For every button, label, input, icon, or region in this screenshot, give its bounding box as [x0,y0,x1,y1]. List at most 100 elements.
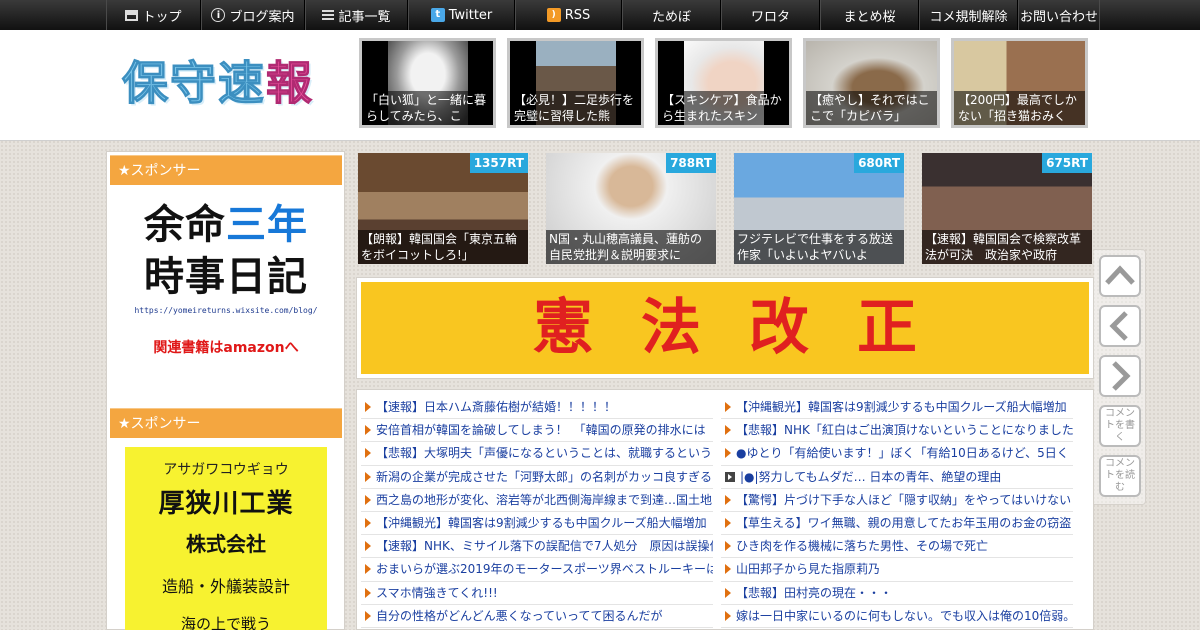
article-list-item[interactable]: 山田邦子から見た指原莉乃 [721,558,1073,582]
ad-title-line2: 時事日記 [144,254,308,300]
rt-count-badge: 788RT [666,153,716,173]
article-list-item[interactable]: |●|努力してもムダだ… 日本の青年、絶望の理由 [721,466,1073,489]
back-button[interactable] [1099,305,1141,347]
constitution-banner[interactable]: 憲法改正 [361,282,1089,374]
article-title: 自分の性格がどんどん悪くなっていってて困るんだが [376,608,663,623]
article-title: 【速報】NHK、ミサイル落下の誤配信で7人処分 原因は誤操作 [376,539,713,554]
article-list-item[interactable]: 嫁は一日中家にいるのに何もしない。でも収入は俺の10倍弱。 [721,605,1073,628]
article-list-item[interactable]: 【沖縄観光】韓国客は9割減少するも中国クルーズ船大幅増加 [361,512,713,536]
rt-caption: N国・丸山穂高議員、蓮舫の自民党批判＆説明要求に [546,230,716,264]
write-comment-button[interactable]: コメントを書く [1099,405,1141,447]
arrow-bullet-icon [365,587,371,598]
arrow-bullet-icon [365,518,371,529]
nav-item-article-list[interactable]: 記事一覧 [305,0,408,30]
nav-label: Twitter [448,7,493,23]
article-list-item[interactable]: 【沖縄観光】韓国客は9割減少するも中国クルーズ船大幅増加 [721,396,1073,420]
article-list-item[interactable]: おまいらが選ぶ2019年のモータースポーツ界ベストルーキーは [361,558,713,582]
article-title: スマホ情強きてくれ!!! [376,585,498,600]
rt-tile[interactable]: 680RT フジテレビで仕事をする放送作家「いよいよヤバいよ [734,153,904,264]
arrow-bullet-icon [725,425,731,436]
article-title: 山田邦子から見た指原莉乃 [736,562,881,577]
thumb-caption: 【200円】最高でしかない「招き猫おみく [954,91,1085,125]
ad-title-part: 余命 [144,202,226,248]
article-list-item[interactable]: 新潟の企業が完成させた「河野太郎」の名刺がカッコ良すぎる [361,466,713,489]
article-title: ひき肉を作る機械に落ちた男性、その場で死亡 [736,539,989,554]
sponsor-ad-asagawa[interactable]: アサガワコウギョウ 厚狭川工業 株式会社 造船・外艤装設計 海の上で戦う [125,447,327,630]
ad-title-line1: 余命三年 [121,200,331,250]
site-header: 保守速報 「白い狐」と一緒に暮らしてみたら、こ 【必見！】二足歩行を完璧に習得し… [0,30,1200,141]
home-icon [125,9,139,21]
nav-item-warota[interactable]: ワロタ [721,0,820,30]
nav-label: RSS [564,7,591,23]
logo-text-accent: 報 [266,56,314,111]
article-title: 【草生える】ワイ無職、親の用意してたお年玉用のお金の窃盗 [736,516,1072,531]
scroll-top-button[interactable] [1099,255,1141,297]
sponsor-ad-yomei[interactable]: 余命三年 時事日記 https://yomeireturns.wixsite.c… [121,200,331,380]
article-title: 【沖縄観光】韓国客は9割減少するも中国クルーズ船大幅増加 [736,400,1067,415]
article-title: 西之島の地形が変化、溶岩等が北西側海岸線まで到達…国土地 [376,492,713,507]
ad-amazon-link[interactable]: 関連書籍はamazonへ [121,337,331,357]
header-thumb[interactable]: 【必見！】二足歩行を完璧に習得した熊 [507,38,644,128]
nav-item-top[interactable]: トップ [106,0,201,30]
arrow-bullet-icon [365,541,371,552]
rt-count-badge: 680RT [854,153,904,173]
rt-tile[interactable]: 675RT 【速報】韓国国会で検察改革法が可決 政治家や政府 [922,153,1092,264]
rt-count-badge: 1357RT [469,153,528,173]
arrow-bullet-icon [725,471,735,482]
article-list-item[interactable]: 【悲報】大塚明夫「声優になるということは、就職するというこ [361,442,713,466]
article-list-item[interactable]: 西之島の地形が変化、溶岩等が北西側海岸線まで到達…国土地 [361,489,713,512]
article-list-item[interactable]: 【草生える】ワイ無職、親の用意してたお年玉用のお金の窃盗 [721,512,1073,536]
nav-item-twitter[interactable]: t Twitter [408,0,515,30]
sidebar: ★スポンサー 余命三年 時事日記 https://yomeireturns.wi… [106,151,345,630]
site-logo[interactable]: 保守速報 [122,56,314,111]
article-list-item[interactable]: 【悲報】NHK「紅白はご出演頂けないということになりました [721,419,1073,443]
ad-title-accent: 三年 [226,202,308,248]
article-list-item[interactable]: ●ゆとり「有給使います！」ぼく「有給10日あるけど、5日く [721,442,1073,466]
article-list-item[interactable]: 【驚愕】片づけ下手な人ほど「隠す収納」をやってはいけない [721,489,1073,512]
rt-tile[interactable]: 1357RT 【朗報】韓国国会「東京五輪をボイコットしろ!」 [358,153,528,264]
nav-label: ためぼ [651,9,691,25]
article-title: 【悲報】田村亮の現在・・・ [736,585,893,600]
article-list-item[interactable]: 自分の性格がどんどん悪くなっていってて困るんだが [361,605,713,628]
nav-list: トップ i ブログ案内 記事一覧 t Twitter ) RSS ためぼ ワロタ まと… [106,0,1100,30]
header-thumb[interactable]: 【200円】最高でしかない「招き猫おみく [951,38,1088,128]
nav-item-matome-sakura[interactable]: まとめ桜 [820,0,919,30]
article-list-item[interactable]: 【悲報】田村亮の現在・・・ [721,582,1073,605]
ad-company-type: 株式会社 [186,532,266,556]
read-comment-button[interactable]: コメントを読む [1099,455,1141,497]
header-thumb[interactable]: 「白い狐」と一緒に暮らしてみたら、こ [359,38,496,128]
header-thumb[interactable]: 【癒やし】それではここで「カピバラ」 [803,38,940,128]
rss-icon: ) [546,8,561,22]
arrow-bullet-icon [365,448,371,459]
twitter-icon: t [430,8,445,22]
nav-item-rss[interactable]: ) RSS [515,0,622,30]
article-title: 【驚愕】片づけ下手な人ほど「隠す収納」をやってはいけない [736,492,1072,507]
nav-item-contact[interactable]: お問い合わせ [1018,0,1100,30]
nav-label: トップ [142,9,182,25]
logo-text: 保守速 [122,56,266,111]
article-title: おまいらが選ぶ2019年のモータースポーツ界ベストルーキーは [376,562,713,577]
rt-caption: 【朗報】韓国国会「東京五輪をボイコットしろ!」 [358,230,528,264]
banner-frame: 憲法改正 [356,277,1094,379]
nav-label: まとめ桜 [843,9,896,25]
article-list-item[interactable]: 安倍首相が韓国を論破してしまう！ 「韓国の原発の排水には [361,419,713,443]
arrow-bullet-icon [725,448,731,459]
nav-item-tamebo[interactable]: ためぼ [622,0,721,30]
arrow-bullet-icon [365,610,371,621]
nav-label: コメ規制解除 [929,9,1008,25]
article-list-item[interactable]: ひき肉を作る機械に落ちた男性、その場で死亡 [721,535,1073,559]
rt-tile[interactable]: 788RT N国・丸山穂高議員、蓮舫の自民党批判＆説明要求に [546,153,716,264]
nav-item-blog-guide[interactable]: i ブログ案内 [201,0,305,30]
thumb-caption: 【必見！】二足歩行を完璧に習得した熊 [510,91,641,125]
nav-label: ブログ案内 [229,9,295,25]
nav-item-comment-unblock[interactable]: コメ規制解除 [919,0,1018,30]
article-list-item[interactable]: スマホ情強きてくれ!!! [361,582,713,605]
header-thumb[interactable]: 【スキンケア】食品から生まれたスキン [655,38,792,128]
forward-button[interactable] [1099,355,1141,397]
arrow-bullet-icon [725,494,731,505]
article-list-item[interactable]: 【速報】NHK、ミサイル落下の誤配信で7人処分 原因は誤操作 [361,535,713,559]
ad-company-kana: アサガワコウギョウ [163,462,289,478]
article-list-item[interactable]: 【速報】日本ハム斎藤佑樹が結婚！！！！！ [361,396,713,420]
article-title: 【速報】日本ハム斎藤佑樹が結婚！！！！！ [376,400,617,415]
article-title: 安倍首相が韓国を論破してしまう！ 「韓国の原発の排水には [376,423,706,438]
